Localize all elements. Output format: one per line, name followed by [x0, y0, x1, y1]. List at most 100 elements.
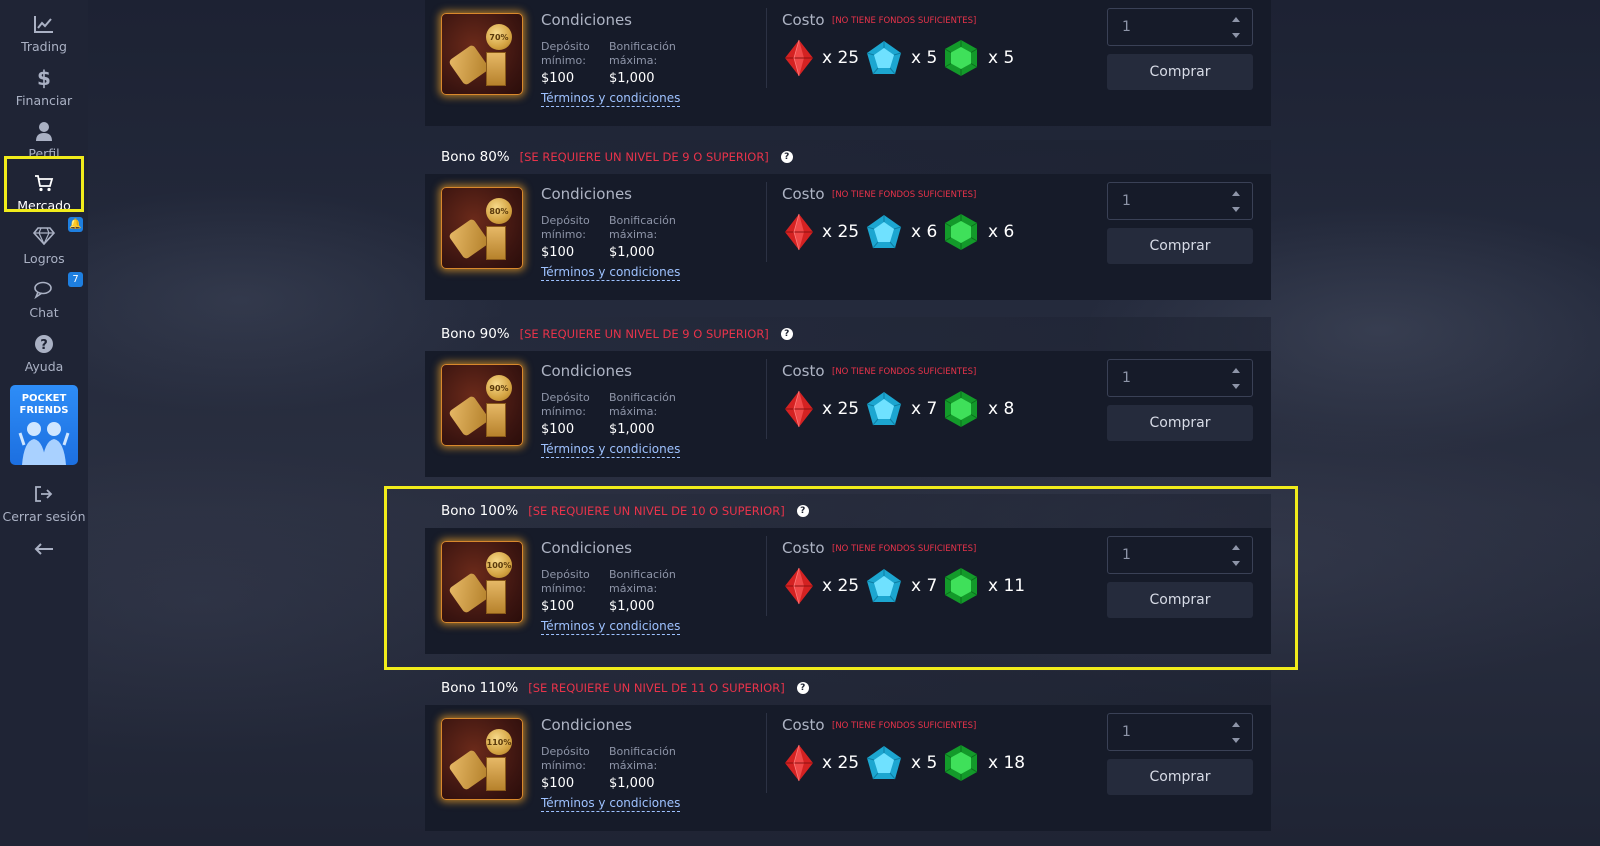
- bonus-image: 80%: [441, 187, 523, 269]
- nav-financiar[interactable]: $ Financiar: [0, 54, 88, 108]
- buy-button[interactable]: Comprar: [1107, 405, 1253, 441]
- red-gem-icon: [782, 744, 816, 782]
- red-gem-qty: x 25: [822, 753, 860, 773]
- achievements-badge: 🔔: [68, 217, 83, 232]
- chat-badge: 7: [68, 272, 83, 287]
- bonus-image: 70%: [441, 13, 523, 95]
- buy-button[interactable]: Comprar: [1107, 759, 1253, 795]
- quantity-stepper[interactable]: 1: [1107, 8, 1253, 46]
- terms-link[interactable]: Términos y condiciones: [541, 796, 681, 812]
- quantity-stepper[interactable]: 1: [1107, 359, 1253, 397]
- green-gem-qty: x 5: [988, 48, 1015, 68]
- decrement-icon[interactable]: [1232, 33, 1240, 38]
- arrow-left-icon[interactable]: [34, 540, 54, 559]
- level-requirement: [SE REQUIERE UN NIVEL DE 11 O SUPERIOR]: [528, 681, 785, 695]
- bonus-image: 90%: [441, 364, 523, 446]
- offer-card: 80% Condiciones Depósito mínimo: Bonificaci…: [425, 174, 1271, 300]
- quantity-value: 1: [1122, 19, 1131, 35]
- increment-icon[interactable]: [1232, 191, 1240, 196]
- divider: [766, 359, 767, 439]
- red-gem-qty: x 25: [822, 222, 860, 242]
- bonus-percent-coin: 90%: [486, 375, 512, 401]
- gift-tag-shape: [448, 395, 490, 437]
- decrement-icon[interactable]: [1232, 384, 1240, 389]
- offer-title-bar: Bono 80% [SE REQUIERE UN NIVEL DE 9 O SUP…: [425, 140, 1271, 174]
- red-gem-icon: [782, 390, 816, 428]
- quantity-stepper[interactable]: 1: [1107, 713, 1253, 751]
- gift-tag-shape: [448, 218, 490, 260]
- help-icon[interactable]: ?: [796, 682, 809, 694]
- blue-gem-qty: x 5: [911, 48, 938, 68]
- blue-gem-qty: x 6: [911, 222, 938, 242]
- nav-ayuda[interactable]: ? Ayuda: [0, 320, 88, 374]
- insufficient-funds-warning: [NO TIENE FONDOS SUFICIENTES]: [832, 367, 977, 377]
- max-bonus-label: Bonificación máxima:: [609, 214, 676, 241]
- nav-label: Trading: [21, 39, 67, 54]
- green-gem-icon: [943, 39, 978, 76]
- conditions-title: Condiciones: [541, 716, 632, 734]
- decrement-icon[interactable]: [1232, 207, 1240, 212]
- green-gem-qty: x 8: [988, 399, 1015, 419]
- user-icon: [33, 120, 55, 142]
- nav-label: Ayuda: [24, 359, 64, 374]
- chat-icon: [33, 279, 55, 301]
- buy-button[interactable]: Comprar: [1107, 228, 1253, 264]
- max-bonus-value: $1,000: [609, 422, 655, 437]
- help-icon[interactable]: ?: [780, 328, 793, 340]
- terms-link[interactable]: Términos y condiciones: [541, 91, 681, 107]
- divider: [766, 713, 767, 793]
- red-gem-qty: x 25: [822, 399, 860, 419]
- help-icon[interactable]: ?: [780, 151, 793, 163]
- deposit-value: $100: [541, 71, 575, 86]
- terms-link[interactable]: Términos y condiciones: [541, 265, 681, 281]
- green-gem-icon: [943, 213, 978, 250]
- blue-gem-icon: [865, 744, 902, 780]
- active-nav-highlight: [4, 156, 84, 212]
- insufficient-funds-warning: [NO TIENE FONDOS SUFICIENTES]: [832, 721, 977, 731]
- max-bonus-value: $1,000: [609, 776, 655, 791]
- blue-gem-icon: [865, 39, 902, 75]
- bonus-box-shape: [486, 403, 506, 437]
- offer-title: Bono 80%: [441, 149, 510, 165]
- insufficient-funds-warning: [NO TIENE FONDOS SUFICIENTES]: [832, 16, 977, 26]
- nav-label: Logros: [23, 251, 65, 266]
- bonus-box-shape: [486, 226, 506, 260]
- nav-label: Cerrar sesión: [2, 509, 86, 524]
- terms-link[interactable]: Términos y condiciones: [541, 442, 681, 458]
- svg-text:?: ?: [40, 338, 48, 353]
- offer-card: 90% Condiciones Depósito mínimo: Bonificaci…: [425, 351, 1271, 477]
- green-gem-qty: x 18: [988, 753, 1026, 773]
- increment-icon[interactable]: [1232, 17, 1240, 22]
- offer-title-bar: Bono 90% [SE REQUIERE UN NIVEL DE 9 O SUP…: [425, 317, 1271, 351]
- insufficient-funds-warning: [NO TIENE FONDOS SUFICIENTES]: [832, 190, 977, 200]
- chart-line-icon: [33, 13, 55, 35]
- deposit-value: $100: [541, 245, 575, 260]
- offer-title: Bono 90%: [441, 326, 510, 342]
- green-gem-icon: [943, 390, 978, 427]
- blue-gem-icon: [865, 213, 902, 249]
- conditions-title: Condiciones: [541, 185, 632, 203]
- sidebar: Trading $ Financiar Perfil Mercado Logro…: [0, 0, 88, 846]
- quantity-stepper[interactable]: 1: [1107, 182, 1253, 220]
- promo-line2: FRIENDS: [19, 405, 69, 416]
- cost-title: Costo: [782, 185, 825, 203]
- divider: [766, 182, 767, 262]
- red-gem-qty: x 25: [822, 48, 860, 68]
- buy-button[interactable]: Comprar: [1107, 54, 1253, 90]
- decrement-icon[interactable]: [1232, 738, 1240, 743]
- max-bonus-label: Bonificación máxima:: [609, 40, 676, 67]
- deposit-value: $100: [541, 776, 575, 791]
- increment-icon[interactable]: [1232, 722, 1240, 727]
- bonus-percent-coin: 70%: [486, 24, 512, 50]
- increment-icon[interactable]: [1232, 368, 1240, 373]
- nav-perfil[interactable]: Perfil: [0, 107, 88, 161]
- nav-trading[interactable]: Trading: [0, 0, 88, 54]
- offer-card: 70% Condiciones Depósito mínimo: Bonificaci…: [425, 0, 1271, 126]
- nav-label: Chat: [29, 305, 59, 320]
- pocket-friends-promo[interactable]: POCKET FRIENDS: [10, 385, 78, 465]
- offer-title: Bono 110%: [441, 680, 519, 696]
- nav-logout[interactable]: Cerrar sesión: [0, 470, 88, 524]
- deposit-label: Depósito mínimo:: [541, 391, 590, 418]
- deposit-value: $100: [541, 422, 575, 437]
- level-requirement: [SE REQUIERE UN NIVEL DE 9 O SUPERIOR]: [519, 150, 769, 164]
